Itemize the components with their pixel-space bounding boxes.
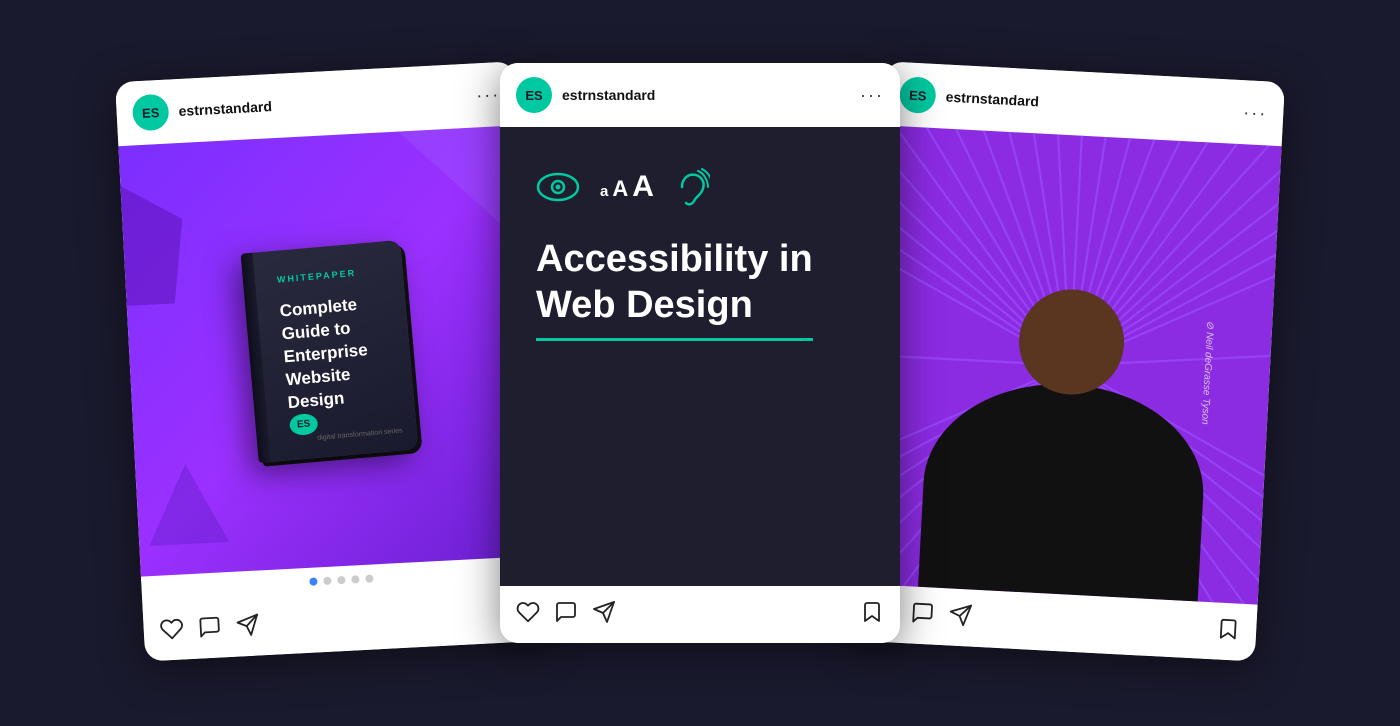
bookmark-icon-right [1216,616,1241,641]
footer-actions-center [516,600,616,629]
book-label: WHITEPAPER [277,267,357,284]
person-body [918,377,1209,601]
book-logo: ES [289,412,319,436]
book-title: Complete Guide to Enterprise Website Des… [279,291,395,414]
dot-5[interactable] [365,574,373,582]
heart-icon-center [516,600,540,624]
more-menu-left[interactable]: ··· [476,84,501,106]
accessibility-title-line1: Accessibility in [536,237,813,283]
card-left: ES estrnstandard ··· WHITEPAPER Complete… [115,61,545,661]
comment-button-right[interactable] [910,600,935,630]
more-menu-right[interactable]: ··· [1243,102,1268,124]
comment-icon-center [554,600,578,624]
share-button-center[interactable] [592,600,616,629]
comment-button-left[interactable] [197,614,222,644]
cards-container: ES estrnstandard ··· WHITEPAPER Complete… [0,0,1400,726]
dot-2[interactable] [323,577,331,585]
eye-icon [536,172,580,202]
more-menu-center[interactable]: ··· [860,85,884,106]
dot-3[interactable] [337,576,345,584]
accessibility-title-block: Accessibility in Web Design [536,237,813,341]
card-image-right: ⊘ Neil deGrasse Tyson [858,125,1281,604]
avatar-right: ES [899,76,937,114]
book: WHITEPAPER Complete Guide to Enterprise … [241,239,419,462]
heart-icon-left [159,616,184,641]
dot-1[interactable] [309,577,317,585]
bookmark-icon-center [860,600,884,624]
person-head [1016,287,1126,397]
share-icon-left [235,612,260,637]
geo-shape-2 [145,462,229,546]
card-footer-center [500,586,900,643]
ear-icon [674,167,710,207]
username-left: estrnstandard [178,88,466,119]
comment-button-center[interactable] [554,600,578,629]
accessibility-icons: a A A [536,167,710,207]
share-icon-center [592,600,616,624]
avatar-left: ES [132,94,170,132]
bookmark-button-center[interactable] [860,600,884,629]
card-image-center: a A A Accessibility in Web Design [500,127,900,586]
like-button-center[interactable] [516,600,540,629]
text-size-indicator: a A A [600,170,654,204]
share-button-right[interactable] [948,602,973,632]
dot-4[interactable] [351,575,359,583]
card-header-center: ES estrnstandard ··· [500,63,900,127]
username-center: estrnstandard [562,87,850,103]
comment-icon-right [910,600,935,625]
username-right: estrnstandard [945,89,1233,120]
bookmark-button-right[interactable] [1215,616,1240,646]
share-button-left[interactable] [235,612,260,642]
accessibility-title-line2: Web Design [536,283,813,329]
like-button-left[interactable] [159,616,184,646]
share-icon-right [948,602,973,627]
footer-actions-left [159,612,260,646]
geo-shape-3 [120,183,186,306]
comment-icon-left [197,614,222,639]
book-subtitle: digital transformation series [317,427,403,441]
card-center: ES estrnstandard ··· a A A [500,63,900,643]
card-image-left: WHITEPAPER Complete Guide to Enterprise … [118,125,540,576]
card-right: ES estrnstandard ··· [855,61,1285,661]
avatar-center: ES [516,77,552,113]
